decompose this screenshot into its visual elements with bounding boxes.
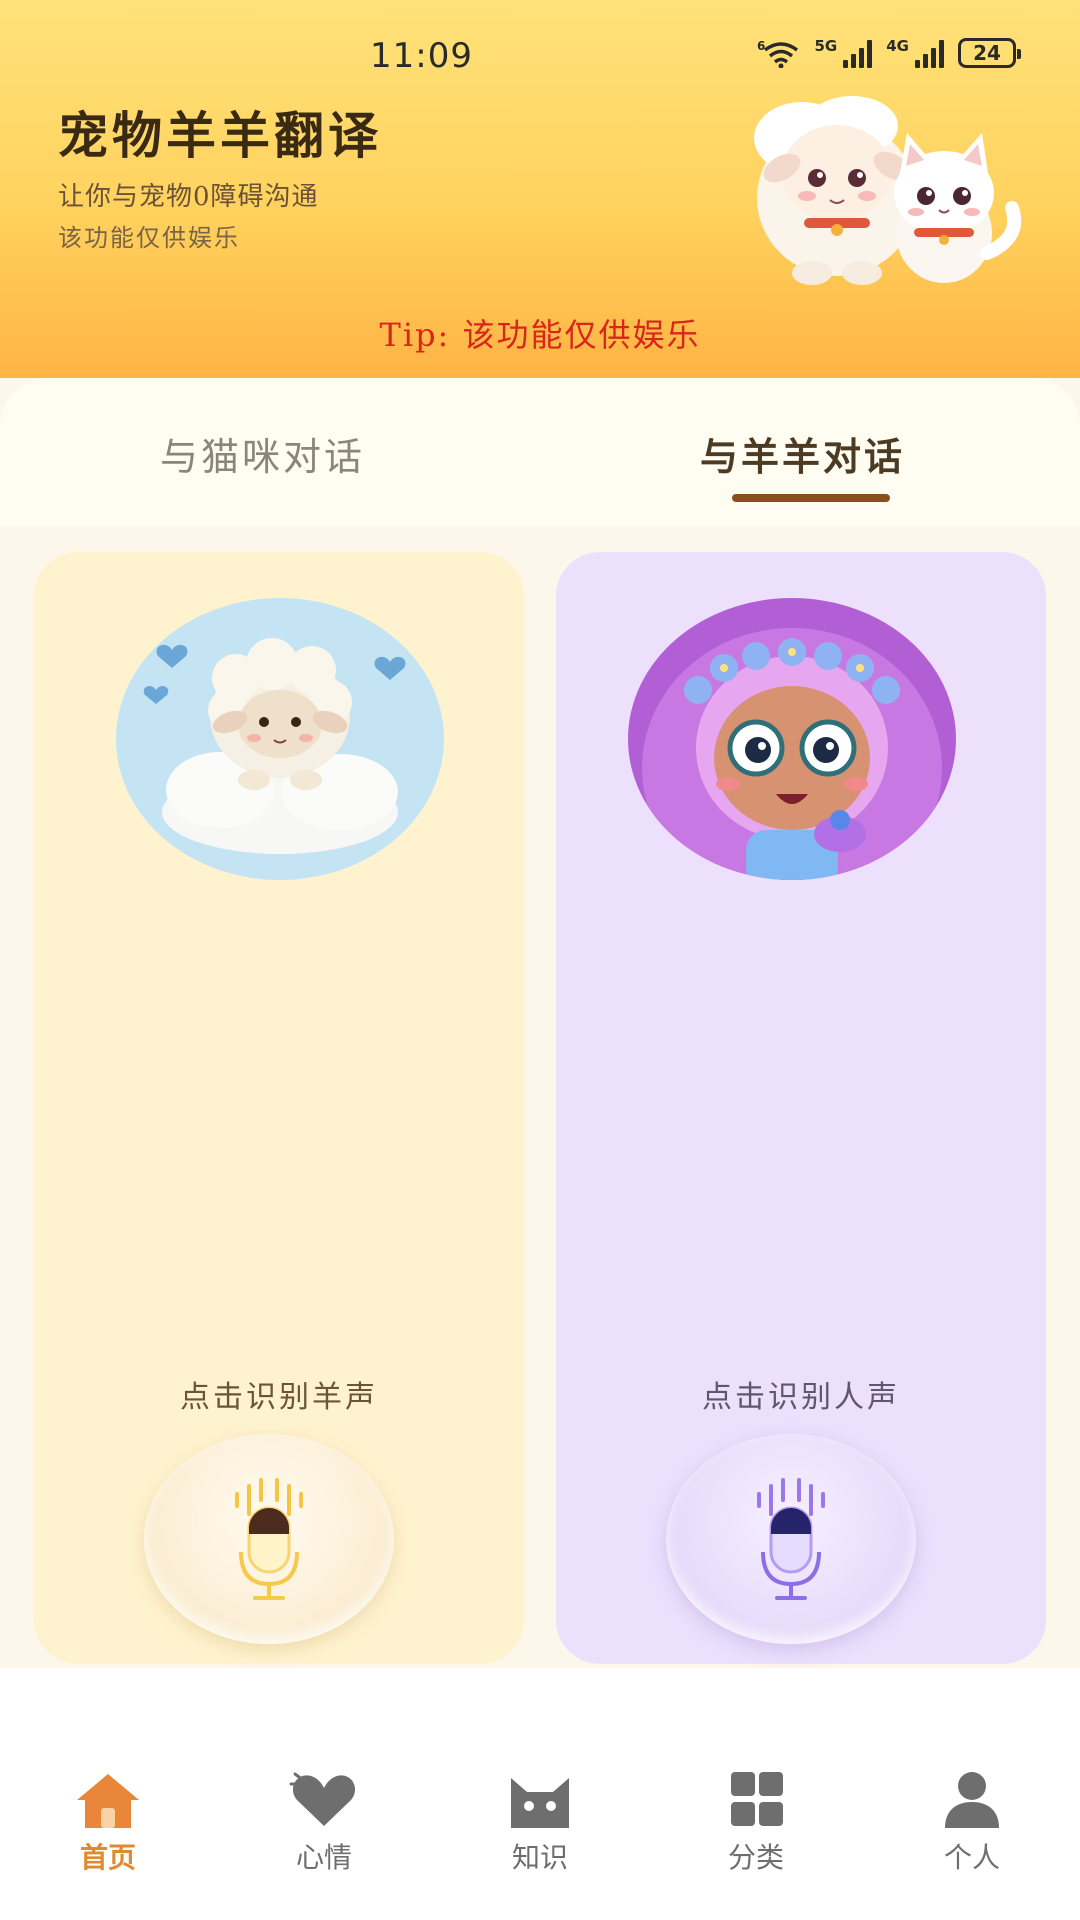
app-title: 宠物羊羊翻译 bbox=[58, 106, 382, 165]
signal-bars-icon bbox=[843, 38, 873, 68]
microphone-icon bbox=[235, 1478, 303, 1600]
nav-mood-label: 心情 bbox=[295, 1841, 352, 1874]
person-icon bbox=[945, 1772, 999, 1828]
app-subtitle: 让你与宠物0障碍沟通 bbox=[58, 182, 319, 212]
battery-icon: 24 bbox=[958, 38, 1021, 68]
nav-category[interactable]: 分类 bbox=[676, 1770, 836, 1876]
app-subtitle-2: 该功能仅供娱乐 bbox=[58, 224, 240, 252]
home-icon bbox=[77, 1774, 139, 1828]
nav-home-label: 首页 bbox=[79, 1841, 136, 1874]
grid-icon bbox=[731, 1772, 783, 1826]
record-human-voice-button[interactable] bbox=[666, 1434, 916, 1644]
girl-avatar bbox=[628, 598, 956, 880]
identify-human-voice-label: 点击识别人声 bbox=[702, 1380, 900, 1415]
tab-talk-with-sheep[interactable]: 与羊羊对话 bbox=[700, 426, 905, 481]
active-tab-indicator bbox=[732, 494, 890, 502]
wifi-badge: 6 bbox=[757, 39, 765, 53]
tab-talk-with-cat[interactable]: 与猫咪对话 bbox=[160, 426, 365, 481]
signal-5g-label: 5G bbox=[814, 37, 838, 55]
signal-4g-label: 4G bbox=[886, 37, 909, 55]
microphone-icon bbox=[757, 1478, 825, 1600]
nav-knowledge-label: 知识 bbox=[511, 1841, 568, 1874]
bottom-navigation: 首页 心情 知识 分类 个人 bbox=[0, 1668, 1080, 1920]
nav-knowledge[interactable]: 知识 bbox=[460, 1770, 620, 1876]
nav-mood[interactable]: 心情 bbox=[244, 1770, 404, 1876]
human-voice-card: 点击识别人声 bbox=[556, 552, 1046, 1664]
header: 11:09 6 5G 4G 24 宠物羊羊翻译 让你与宠物0障碍沟通 该功能仅供… bbox=[0, 0, 1080, 378]
nav-profile-label: 个人 bbox=[943, 1841, 1000, 1874]
status-icons: 6 5G 4G 24 bbox=[757, 37, 1021, 68]
identify-sheep-voice-label: 点击识别羊声 bbox=[180, 1380, 378, 1415]
nav-home[interactable]: 首页 bbox=[28, 1770, 188, 1876]
wifi-icon: 6 bbox=[757, 39, 798, 68]
sheep-avatar bbox=[116, 598, 444, 880]
nav-category-label: 分类 bbox=[727, 1841, 784, 1874]
signal-bars-icon bbox=[915, 38, 944, 68]
record-sheep-voice-button[interactable] bbox=[144, 1434, 394, 1644]
tip-text: Tip: 该功能仅供娱乐 bbox=[379, 316, 701, 354]
heart-icon bbox=[289, 1772, 356, 1826]
status-time: 11:09 bbox=[370, 36, 473, 76]
sheep-voice-card: 点击识别羊声 bbox=[34, 552, 524, 1664]
status-bar: 11:09 6 5G 4G 24 bbox=[0, 30, 1080, 80]
sheep-and-cat-illustration bbox=[754, 96, 1022, 285]
nav-profile[interactable]: 个人 bbox=[892, 1770, 1052, 1876]
tab-bar: 与猫咪对话 与羊羊对话 bbox=[0, 378, 1080, 526]
cat-icon bbox=[511, 1778, 569, 1828]
